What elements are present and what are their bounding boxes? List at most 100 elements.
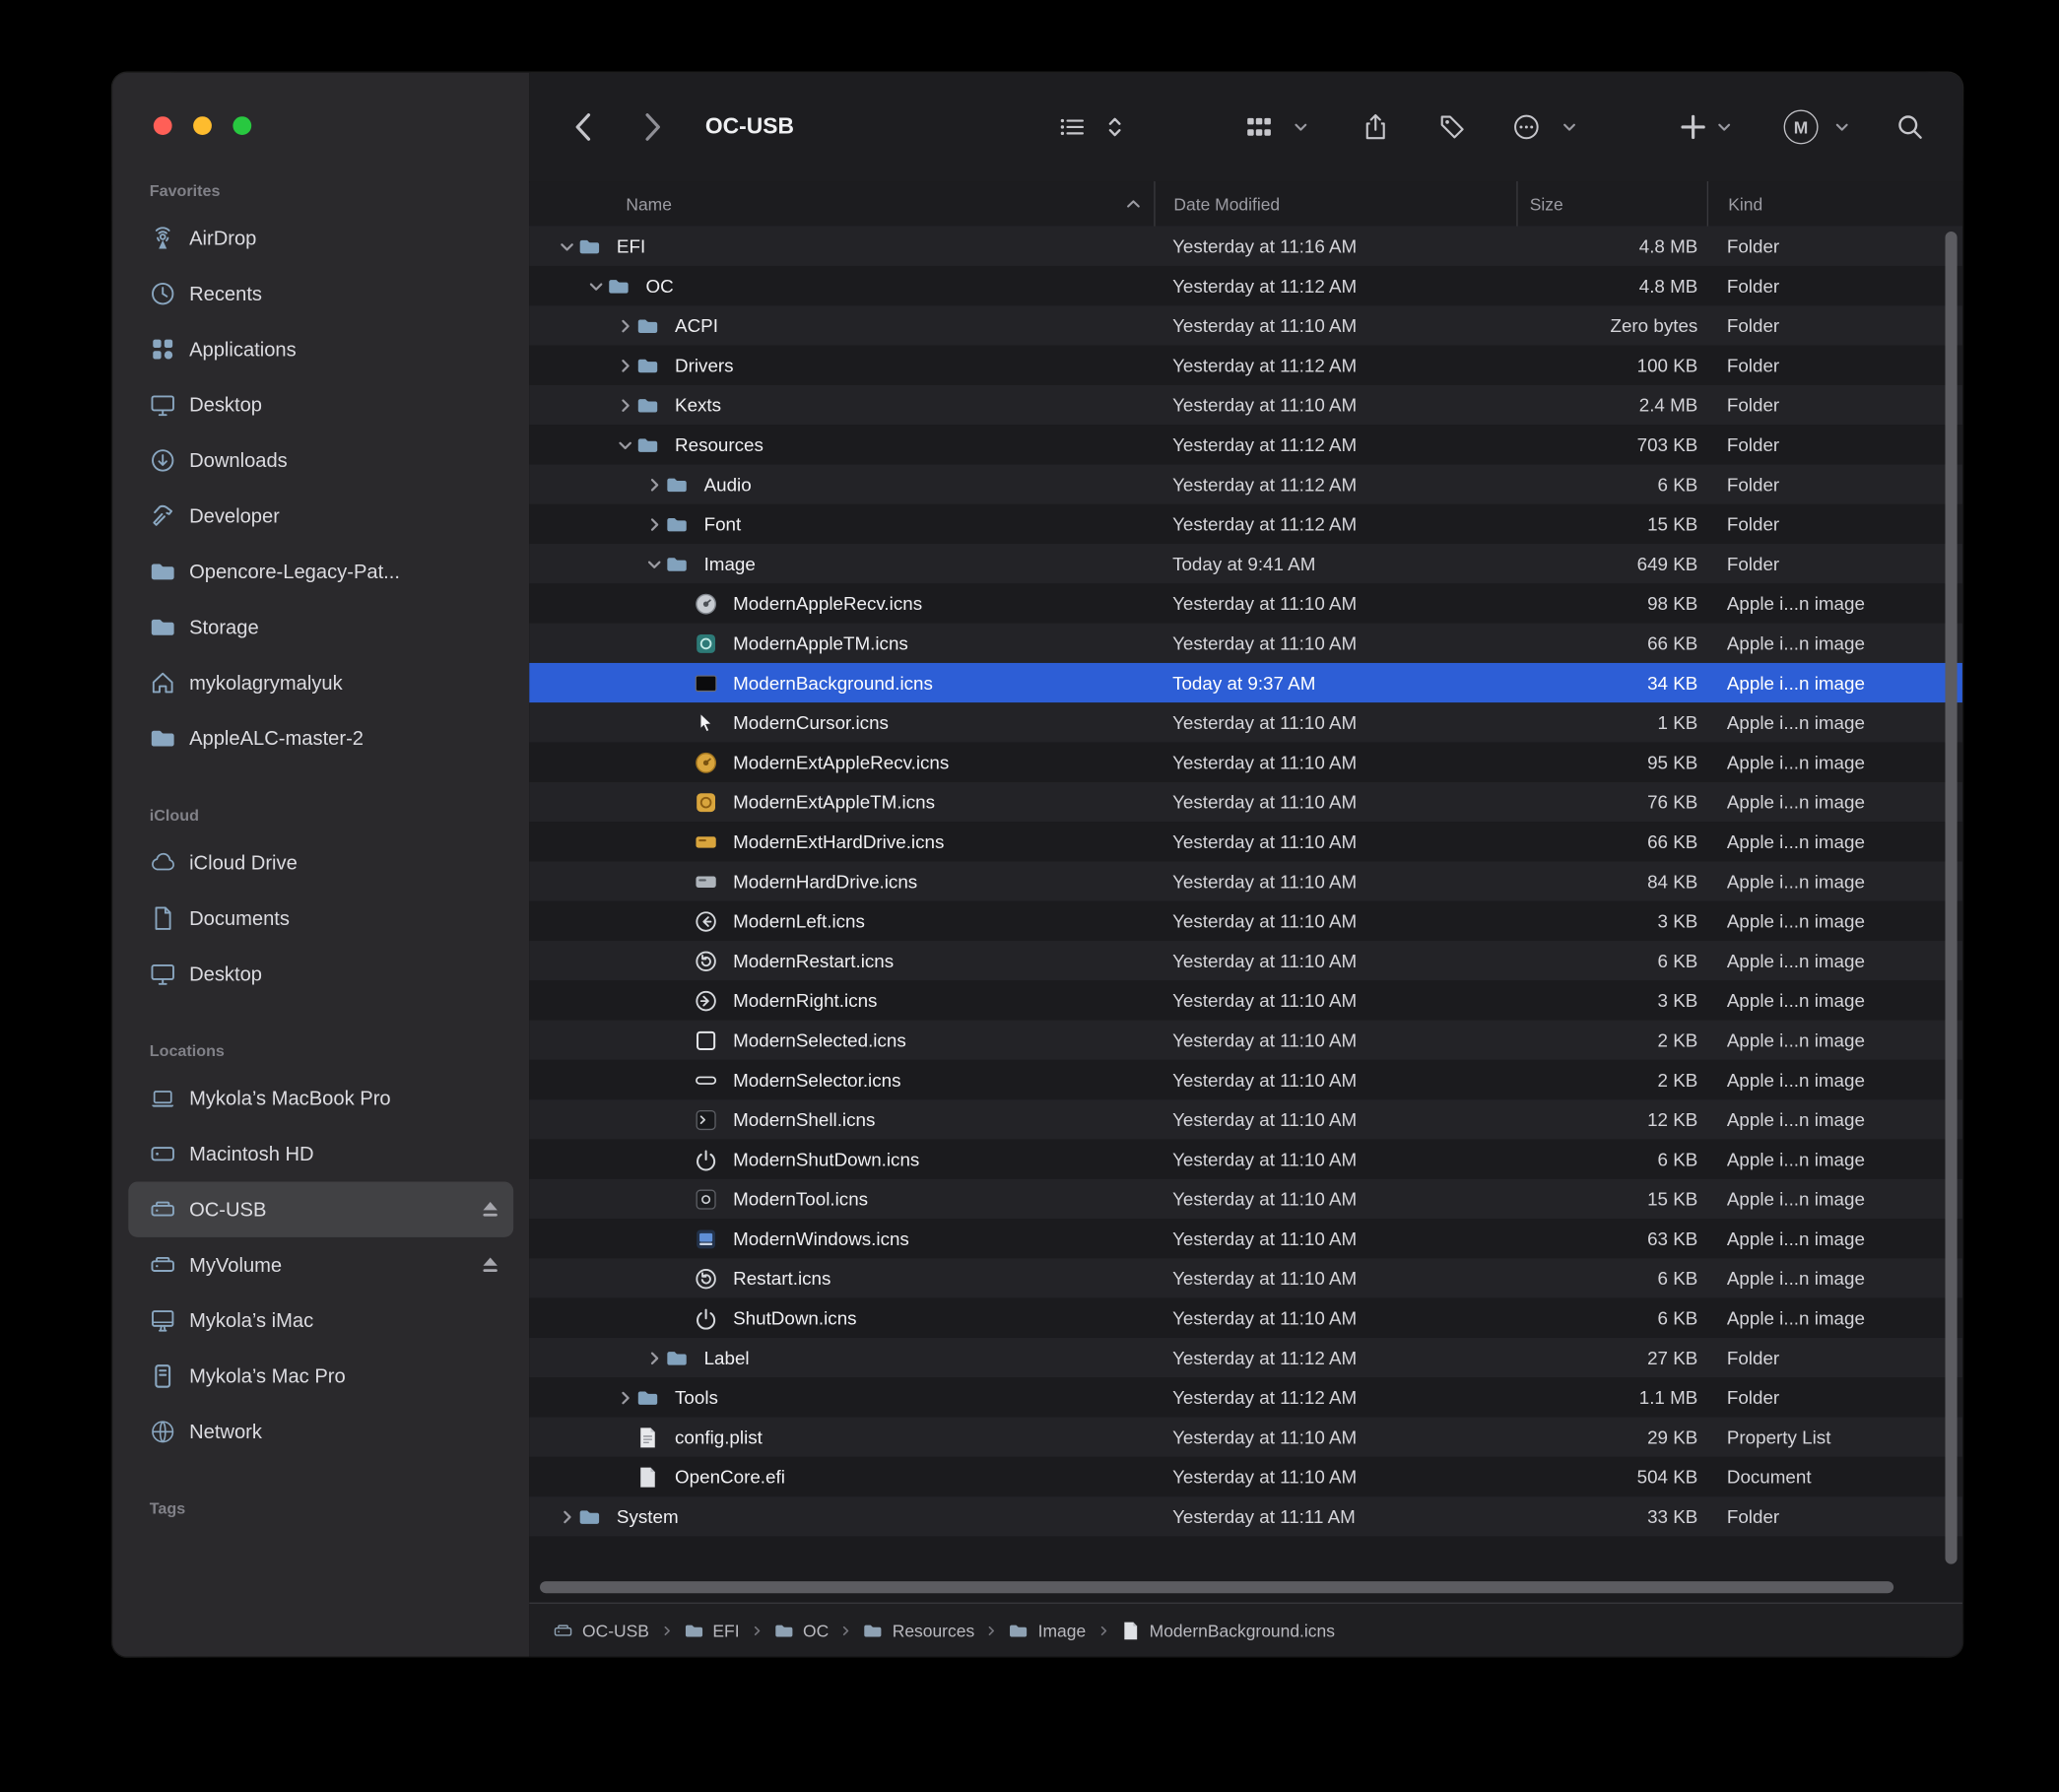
more-options-button[interactable] <box>1512 113 1540 141</box>
view-mode-chevrons-icon[interactable] <box>1107 115 1122 139</box>
sidebar-item-applealc-master-2[interactable]: AppleALC-master-2 <box>128 710 513 765</box>
forward-button[interactable] <box>643 111 663 143</box>
file-row-modernleft-icns[interactable]: ModernLeft.icnsYesterday at 11:10 AM3 KB… <box>529 901 1962 941</box>
sidebar-item-applications[interactable]: Applications <box>128 321 513 376</box>
disclosure-collapsed-icon[interactable] <box>643 477 666 492</box>
path-item-oc-usb[interactable]: OC-USB <box>553 1621 648 1640</box>
file-row-restart-icns[interactable]: Restart.icnsYesterday at 11:10 AM6 KBApp… <box>529 1258 1962 1297</box>
sidebar-item-airdrop[interactable]: AirDrop <box>128 211 513 266</box>
file-row-modernbackground-icns[interactable]: ModernBackground.icnsToday at 9:37 AM34 … <box>529 663 1962 702</box>
file-row-modernselector-icns[interactable]: ModernSelector.icnsYesterday at 11:10 AM… <box>529 1060 1962 1099</box>
path-item-efi[interactable]: EFI <box>684 1621 740 1640</box>
file-row-modernwindows-icns[interactable]: ModernWindows.icnsYesterday at 11:10 AM6… <box>529 1219 1962 1258</box>
file-row-modernright-icns[interactable]: ModernRight.icnsYesterday at 11:10 AM3 K… <box>529 980 1962 1020</box>
path-item-modernbackground-icns[interactable]: ModernBackground.icns <box>1120 1621 1335 1640</box>
file-row-font[interactable]: FontYesterday at 11:12 AM15 KBFolder <box>529 504 1962 544</box>
sidebar-item-mykola-s-mac-pro[interactable]: Mykola’s Mac Pro <box>128 1349 513 1404</box>
column-header-kind[interactable]: Kind <box>1707 181 1962 227</box>
horizontal-scrollbar-thumb[interactable] <box>540 1581 1894 1593</box>
file-row-modernappletm-icns[interactable]: ModernAppleTM.icnsYesterday at 11:10 AM6… <box>529 624 1962 663</box>
path-item-oc[interactable]: OC <box>773 1621 829 1640</box>
disclosure-collapsed-icon[interactable] <box>614 358 636 372</box>
disclosure-expanded-icon[interactable] <box>585 279 608 294</box>
tags-button[interactable] <box>1438 113 1466 141</box>
account-button[interactable]: M <box>1784 109 1819 144</box>
disclosure-collapsed-icon[interactable] <box>614 398 636 413</box>
file-row-resources[interactable]: ResourcesYesterday at 11:12 AM703 KBFold… <box>529 425 1962 464</box>
group-by-button[interactable] <box>1245 113 1273 141</box>
disclosure-collapsed-icon[interactable] <box>643 517 666 532</box>
sidebar-item-desktop[interactable]: Desktop <box>128 946 513 1001</box>
vertical-scrollbar-thumb[interactable] <box>1945 232 1957 1563</box>
sidebar-item-opencore-legacy-pat[interactable]: Opencore-Legacy-Pat... <box>128 544 513 599</box>
file-row-modernrestart-icns[interactable]: ModernRestart.icnsYesterday at 11:10 AM6… <box>529 941 1962 980</box>
folder-icon <box>666 512 694 535</box>
sidebar-item-oc-usb[interactable]: OC-USB <box>128 1181 513 1236</box>
view-mode-button[interactable] <box>1059 113 1087 141</box>
sidebar-item-icloud-drive[interactable]: iCloud Drive <box>128 835 513 891</box>
file-row-modernextappletm-icns[interactable]: ModernExtAppleTM.icnsYesterday at 11:10 … <box>529 782 1962 822</box>
column-header-name[interactable]: Name <box>529 194 1154 214</box>
file-row-shutdown-icns[interactable]: ShutDown.icnsYesterday at 11:10 AM6 KBAp… <box>529 1298 1962 1338</box>
back-button[interactable] <box>573 111 593 143</box>
disclosure-collapsed-icon[interactable] <box>614 1390 636 1405</box>
file-row-modernselected-icns[interactable]: ModernSelected.icnsYesterday at 11:10 AM… <box>529 1021 1962 1060</box>
path-item-resources[interactable]: Resources <box>863 1621 974 1640</box>
eject-icon[interactable] <box>481 1256 500 1275</box>
file-row-opencore-efi[interactable]: OpenCore.efiYesterday at 11:10 AM504 KBD… <box>529 1457 1962 1496</box>
file-row-modernextharddrive-icns[interactable]: ModernExtHardDrive.icnsYesterday at 11:1… <box>529 822 1962 861</box>
disclosure-collapsed-icon[interactable] <box>556 1509 578 1524</box>
sidebar-item-network[interactable]: Network <box>128 1404 513 1459</box>
close-button[interactable] <box>154 116 172 135</box>
file-row-efi[interactable]: EFIYesterday at 11:16 AM4.8 MBFolder <box>529 227 1962 266</box>
file-row-modernshell-icns[interactable]: ModernShell.icnsYesterday at 11:10 AM12 … <box>529 1099 1962 1139</box>
sidebar-item-macintosh-hd[interactable]: Macintosh HD <box>128 1126 513 1181</box>
file-row-kexts[interactable]: KextsYesterday at 11:10 AM2.4 MBFolder <box>529 385 1962 425</box>
minimize-button[interactable] <box>193 116 212 135</box>
path-item-label: Resources <box>893 1621 974 1640</box>
sidebar-section-title: Favorites <box>128 170 513 210</box>
file-row-modernapplerecv-icns[interactable]: ModernAppleRecv.icnsYesterday at 11:10 A… <box>529 583 1962 623</box>
file-row-modernextapplerecv-icns[interactable]: ModernExtAppleRecv.icnsYesterday at 11:1… <box>529 743 1962 782</box>
disclosure-expanded-icon[interactable] <box>556 238 578 253</box>
search-icon[interactable] <box>1896 113 1924 141</box>
account-chevron-icon[interactable] <box>1834 119 1850 135</box>
zoom-button[interactable] <box>232 116 251 135</box>
sidebar-item-mykola-s-macbook-pro[interactable]: Mykola’s MacBook Pro <box>128 1071 513 1126</box>
disclosure-expanded-icon[interactable] <box>643 557 666 571</box>
file-row-moderncursor-icns[interactable]: ModernCursor.icnsYesterday at 11:10 AM1 … <box>529 702 1962 742</box>
file-row-tools[interactable]: ToolsYesterday at 11:12 AM1.1 MBFolder <box>529 1377 1962 1417</box>
file-row-drivers[interactable]: DriversYesterday at 11:12 AM100 KBFolder <box>529 346 1962 385</box>
file-row-modernharddrive-icns[interactable]: ModernHardDrive.icnsYesterday at 11:10 A… <box>529 861 1962 900</box>
sidebar-item-developer[interactable]: Developer <box>128 489 513 544</box>
column-header-date-modified[interactable]: Date Modified <box>1154 181 1516 227</box>
sidebar-item-recents[interactable]: Recents <box>128 266 513 321</box>
sidebar-item-storage[interactable]: Storage <box>128 599 513 654</box>
sidebar-item-mykola-s-imac[interactable]: Mykola’s iMac <box>128 1293 513 1348</box>
sidebar-item-myvolume[interactable]: MyVolume <box>128 1237 513 1293</box>
path-item-image[interactable]: Image <box>1009 1621 1086 1640</box>
file-row-acpi[interactable]: ACPIYesterday at 11:10 AMZero bytesFolde… <box>529 305 1962 345</box>
file-row-moderntool-icns[interactable]: ModernTool.icnsYesterday at 11:10 AM15 K… <box>529 1179 1962 1219</box>
column-header-size[interactable]: Size <box>1516 181 1706 227</box>
sidebar-item-mykolagrymalyuk[interactable]: mykolagrymalyuk <box>128 655 513 710</box>
share-button[interactable] <box>1362 113 1389 141</box>
file-row-config-plist[interactable]: config.plistYesterday at 11:10 AM29 KBPr… <box>529 1418 1962 1457</box>
file-row-audio[interactable]: AudioYesterday at 11:12 AM6 KBFolder <box>529 464 1962 503</box>
file-row-modernshutdown-icns[interactable]: ModernShutDown.icnsYesterday at 11:10 AM… <box>529 1139 1962 1178</box>
file-row-label[interactable]: LabelYesterday at 11:12 AM27 KBFolder <box>529 1338 1962 1377</box>
file-row-image[interactable]: ImageToday at 9:41 AM649 KBFolder <box>529 544 1962 583</box>
add-button[interactable] <box>1680 113 1707 141</box>
sidebar-item-desktop[interactable]: Desktop <box>128 377 513 432</box>
disclosure-collapsed-icon[interactable] <box>643 1351 666 1365</box>
group-by-chevron-icon[interactable] <box>1293 119 1308 135</box>
sidebar-item-documents[interactable]: Documents <box>128 891 513 946</box>
file-row-system[interactable]: SystemYesterday at 11:11 AM33 KBFolder <box>529 1496 1962 1536</box>
add-chevron-icon[interactable] <box>1716 119 1732 135</box>
file-row-oc[interactable]: OCYesterday at 11:12 AM4.8 MBFolder <box>529 266 1962 305</box>
more-options-chevron-icon[interactable] <box>1561 119 1577 135</box>
disclosure-collapsed-icon[interactable] <box>614 318 636 333</box>
eject-icon[interactable] <box>481 1200 500 1219</box>
disclosure-expanded-icon[interactable] <box>614 437 636 452</box>
sidebar-item-downloads[interactable]: Downloads <box>128 432 513 488</box>
